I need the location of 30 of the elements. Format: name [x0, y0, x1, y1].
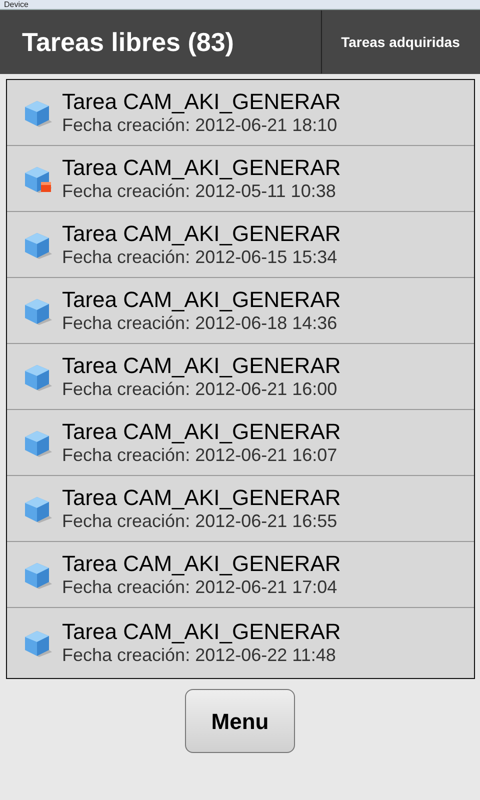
task-name: Tarea CAM_AKI_GENERAR [62, 222, 341, 246]
task-name: Tarea CAM_AKI_GENERAR [62, 620, 341, 644]
task-date: Fecha creación: 2012-06-22 11:48 [62, 644, 337, 666]
task-row[interactable]: Tarea CAM_AKI_GENERAR Fecha creación: 2012-05-11 10:38 [7, 146, 474, 212]
task-row[interactable]: Tarea CAM_AKI_GENERAR Fecha creación: 2012-06-21 16:00 [7, 344, 474, 410]
task-row[interactable]: Tarea CAM_AKI_GENERAR Fecha creación: 2012-06-21 18:10 [7, 80, 474, 146]
page-title: Tareas libres (83) [21, 26, 235, 58]
task-name: Tarea CAM_AKI_GENERAR [62, 288, 341, 312]
task-row[interactable]: Tarea CAM_AKI_GENERAR Fecha creación: 2012-06-21 17:04 [7, 542, 474, 608]
task-date: Fecha creación: 2012-05-11 10:38 [62, 180, 337, 202]
task-name: Tarea CAM_AKI_GENERAR [62, 354, 341, 378]
task-date: Fecha creación: 2012-06-18 14:36 [62, 312, 338, 334]
task-name: Tarea CAM_AKI_GENERAR [62, 90, 341, 114]
task-date: Fecha creación: 2012-06-21 16:07 [62, 444, 338, 466]
task-name: Tarea CAM_AKI_GENERAR [62, 156, 341, 180]
task-row[interactable]: Tarea CAM_AKI_GENERAR Fecha creación: 2012-06-22 11:48 [7, 608, 474, 678]
task-row[interactable]: Tarea CAM_AKI_GENERAR Fecha creación: 2012-06-18 14:36 [7, 278, 474, 344]
menu-button[interactable]: Menu [185, 689, 295, 753]
task-date: Fecha creación: 2012-06-21 16:55 [62, 510, 338, 532]
task-row[interactable]: Tarea CAM_AKI_GENERAR Fecha creación: 2012-06-21 16:07 [7, 410, 474, 476]
task-row[interactable]: Tarea CAM_AKI_GENERAR Fecha creación: 2012-06-15 15:34 [7, 212, 474, 278]
window-title: Device [4, 0, 28, 9]
task-row[interactable]: Tarea CAM_AKI_GENERAR Fecha creación: 2012-06-21 16:55 [7, 476, 474, 542]
task-date: Fecha creación: 2012-06-21 17:04 [62, 576, 338, 598]
task-date: Fecha creación: 2012-06-21 18:10 [62, 114, 338, 136]
task-name: Tarea CAM_AKI_GENERAR [62, 420, 341, 444]
task-name: Tarea CAM_AKI_GENERAR [62, 486, 341, 510]
task-date: Fecha creación: 2012-06-21 16:00 [62, 378, 338, 400]
task-date: Fecha creación: 2012-06-15 15:34 [62, 246, 338, 268]
task-name: Tarea CAM_AKI_GENERAR [62, 552, 341, 576]
